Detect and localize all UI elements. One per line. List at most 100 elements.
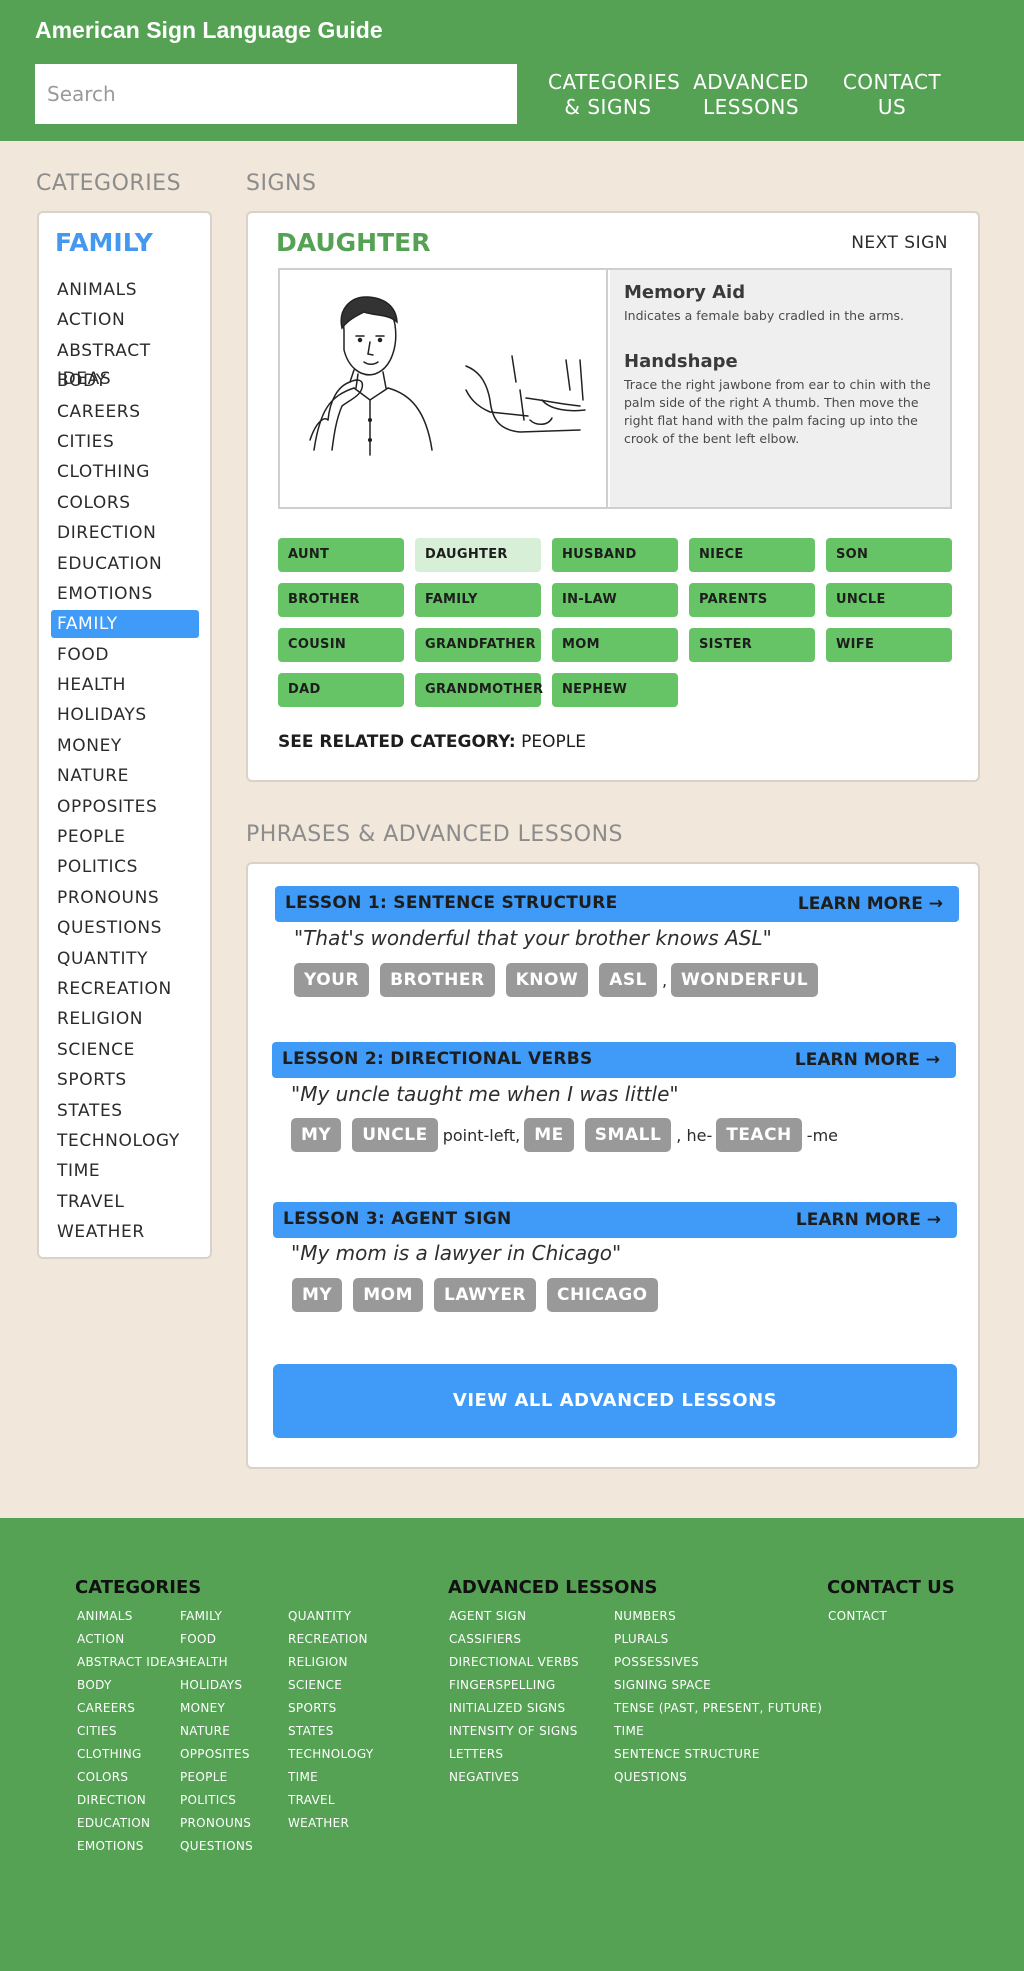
- footer-lesson-link-time[interactable]: TIME: [614, 1720, 822, 1743]
- footer-lesson-link-plurals[interactable]: PLURALS: [614, 1628, 822, 1651]
- sidebar-item-quantity[interactable]: QUANTITY: [51, 945, 199, 973]
- sign-button-mom[interactable]: MOM: [552, 628, 678, 662]
- sign-button-cousin[interactable]: COUSIN: [278, 628, 404, 662]
- sidebar-item-religion[interactable]: RELIGION: [51, 1005, 199, 1033]
- footer-contact-link-contact[interactable]: CONTACT: [828, 1605, 887, 1628]
- footer-lesson-link-agent-sign[interactable]: AGENT SIGN: [449, 1605, 579, 1628]
- footer-link-science[interactable]: SCIENCE: [288, 1674, 373, 1697]
- sidebar-item-colors[interactable]: COLORS: [51, 489, 199, 517]
- footer-link-cities[interactable]: CITIES: [77, 1720, 184, 1743]
- sign-button-husband[interactable]: HUSBAND: [552, 538, 678, 572]
- sidebar-item-weather[interactable]: WEATHER: [51, 1218, 199, 1246]
- footer-lesson-link-tense-past-present-future[interactable]: TENSE (PAST, PRESENT, FUTURE): [614, 1697, 822, 1720]
- sidebar-item-careers[interactable]: CAREERS: [51, 398, 199, 426]
- sign-chip-uncle[interactable]: UNCLE: [352, 1118, 438, 1152]
- sign-chip-know[interactable]: KNOW: [505, 963, 589, 997]
- learn-more-link[interactable]: LEARN MORE →: [795, 1050, 940, 1070]
- footer-link-travel[interactable]: TRAVEL: [288, 1789, 373, 1812]
- sign-button-dad[interactable]: DAD: [278, 673, 404, 707]
- footer-link-politics[interactable]: POLITICS: [180, 1789, 253, 1812]
- sidebar-item-travel[interactable]: TRAVEL: [51, 1188, 199, 1216]
- footer-lesson-link-questions[interactable]: QUESTIONS: [614, 1766, 822, 1789]
- sidebar-item-direction[interactable]: DIRECTION: [51, 519, 199, 547]
- sign-button-nephew[interactable]: NEPHEW: [552, 673, 678, 707]
- footer-link-nature[interactable]: NATURE: [180, 1720, 253, 1743]
- footer-link-direction[interactable]: DIRECTION: [77, 1789, 184, 1812]
- sign-button-family[interactable]: FAMILY: [415, 583, 541, 617]
- footer-lesson-link-intensity-of-signs[interactable]: INTENSITY OF SIGNS: [449, 1720, 579, 1743]
- footer-link-opposites[interactable]: OPPOSITES: [180, 1743, 253, 1766]
- sidebar-item-nature[interactable]: NATURE: [51, 762, 199, 790]
- sidebar-item-money[interactable]: MONEY: [51, 732, 199, 760]
- learn-more-link[interactable]: LEARN MORE →: [798, 894, 943, 914]
- footer-lesson-link-fingerspelling[interactable]: FINGERSPELLING: [449, 1674, 579, 1697]
- footer-lesson-link-possessives[interactable]: POSSESSIVES: [614, 1651, 822, 1674]
- footer-link-people[interactable]: PEOPLE: [180, 1766, 253, 1789]
- footer-link-religion[interactable]: RELIGION: [288, 1651, 373, 1674]
- nav-advanced-lessons[interactable]: ADVANCED LESSONS: [691, 70, 811, 120]
- footer-lesson-link-cassifiers[interactable]: CASSIFIERS: [449, 1628, 579, 1651]
- sign-chip-teach[interactable]: TEACH: [716, 1118, 802, 1152]
- footer-link-animals[interactable]: ANIMALS: [77, 1605, 184, 1628]
- footer-link-body[interactable]: BODY: [77, 1674, 184, 1697]
- sidebar-item-emotions[interactable]: EMOTIONS: [51, 580, 199, 608]
- nav-contact-us[interactable]: CONTACT US: [832, 70, 952, 120]
- sidebar-item-technology[interactable]: TECHNOLOGY: [51, 1127, 199, 1155]
- sidebar-item-health[interactable]: HEALTH: [51, 671, 199, 699]
- sign-chip-chicago[interactable]: CHICAGO: [547, 1278, 658, 1312]
- footer-lesson-link-negatives[interactable]: NEGATIVES: [449, 1766, 579, 1789]
- sign-chip-wonderful[interactable]: WONDERFUL: [671, 963, 819, 997]
- sidebar-item-animals[interactable]: ANIMALS: [51, 276, 199, 304]
- footer-link-money[interactable]: MONEY: [180, 1697, 253, 1720]
- nav-categories-signs[interactable]: CATEGORIES & SIGNS: [548, 70, 680, 120]
- footer-link-quantity[interactable]: QUANTITY: [288, 1605, 373, 1628]
- sign-button-grandfather[interactable]: GRANDFATHER: [415, 628, 541, 662]
- sign-button-son[interactable]: SON: [826, 538, 952, 572]
- sidebar-item-science[interactable]: SCIENCE: [51, 1036, 199, 1064]
- sign-button-parents[interactable]: PARENTS: [689, 583, 815, 617]
- sidebar-item-holidays[interactable]: HOLIDAYS: [51, 701, 199, 729]
- footer-link-abstract-ideas[interactable]: ABSTRACT IDEAS: [77, 1651, 184, 1674]
- sidebar-item-opposites[interactable]: OPPOSITES: [51, 793, 199, 821]
- footer-link-recreation[interactable]: RECREATION: [288, 1628, 373, 1651]
- sign-button-grandmother[interactable]: GRANDMOTHER: [415, 673, 543, 707]
- sign-button-uncle[interactable]: UNCLE: [826, 583, 952, 617]
- sign-chip-me[interactable]: ME: [524, 1118, 574, 1152]
- sidebar-item-action[interactable]: ACTION: [51, 306, 199, 334]
- footer-lesson-link-initialized-signs[interactable]: INITIALIZED SIGNS: [449, 1697, 579, 1720]
- footer-lesson-link-letters[interactable]: LETTERS: [449, 1743, 579, 1766]
- sign-chip-mom[interactable]: MOM: [353, 1278, 424, 1312]
- footer-link-education[interactable]: EDUCATION: [77, 1812, 184, 1835]
- sign-button-in-law[interactable]: IN-LAW: [552, 583, 678, 617]
- sign-chip-brother[interactable]: BROTHER: [380, 963, 495, 997]
- footer-lesson-link-sentence-structure[interactable]: SENTENCE STRUCTURE: [614, 1743, 822, 1766]
- footer-link-time[interactable]: TIME: [288, 1766, 373, 1789]
- sidebar-item-sports[interactable]: SPORTS: [51, 1066, 199, 1094]
- sidebar-item-states[interactable]: STATES: [51, 1097, 199, 1125]
- footer-link-emotions[interactable]: EMOTIONS: [77, 1835, 184, 1858]
- footer-lesson-link-signing-space[interactable]: SIGNING SPACE: [614, 1674, 822, 1697]
- footer-link-food[interactable]: FOOD: [180, 1628, 253, 1651]
- footer-link-action[interactable]: ACTION: [77, 1628, 184, 1651]
- site-title[interactable]: American Sign Language Guide: [35, 17, 383, 44]
- sign-chip-asl[interactable]: ASL: [599, 963, 657, 997]
- footer-link-colors[interactable]: COLORS: [77, 1766, 184, 1789]
- footer-lesson-link-numbers[interactable]: NUMBERS: [614, 1605, 822, 1628]
- footer-link-careers[interactable]: CAREERS: [77, 1697, 184, 1720]
- sign-button-brother[interactable]: BROTHER: [278, 583, 404, 617]
- sidebar-item-people[interactable]: PEOPLE: [51, 823, 199, 851]
- sign-button-wife[interactable]: WIFE: [826, 628, 952, 662]
- sidebar-item-body[interactable]: BODY: [51, 367, 199, 395]
- search-input[interactable]: [35, 64, 517, 124]
- sidebar-item-clothing[interactable]: CLOTHING: [51, 458, 199, 486]
- sidebar-item-pronouns[interactable]: PRONOUNS: [51, 884, 199, 912]
- sidebar-item-abstract-ideas[interactable]: ABSTRACT IDEAS: [51, 337, 199, 389]
- related-category-link[interactable]: PEOPLE: [521, 732, 586, 752]
- sign-chip-your[interactable]: YOUR: [294, 963, 370, 997]
- footer-link-sports[interactable]: SPORTS: [288, 1697, 373, 1720]
- sidebar-item-politics[interactable]: POLITICS: [51, 853, 199, 881]
- footer-link-clothing[interactable]: CLOTHING: [77, 1743, 184, 1766]
- sign-chip-my[interactable]: MY: [291, 1118, 342, 1152]
- view-all-lessons-button[interactable]: VIEW ALL ADVANCED LESSONS: [273, 1364, 957, 1438]
- sidebar-item-cities[interactable]: CITIES: [51, 428, 199, 456]
